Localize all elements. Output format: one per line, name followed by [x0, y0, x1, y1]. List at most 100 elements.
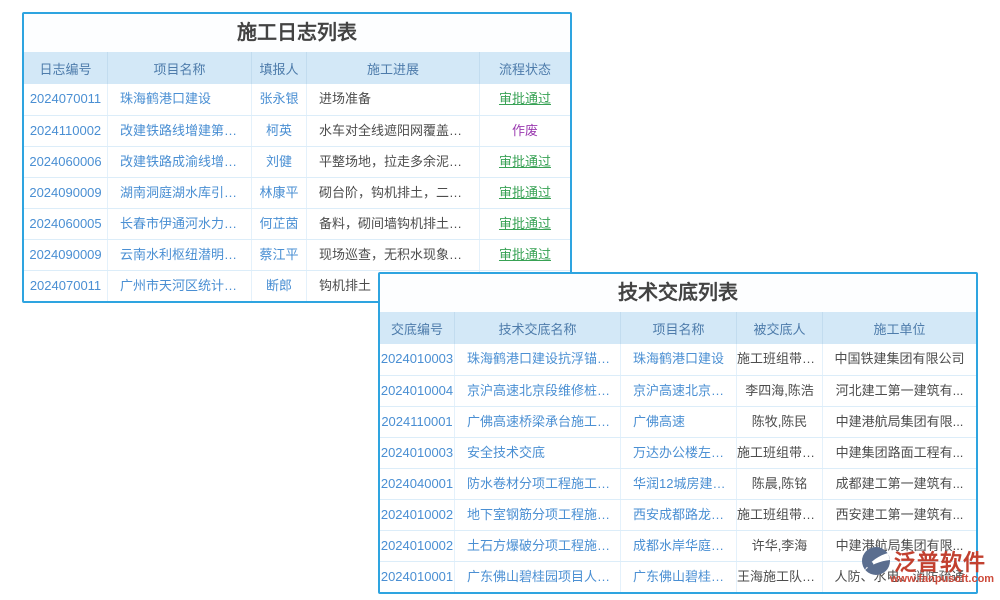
col-header-construction-unit: 施工单位 [823, 312, 976, 344]
log-id-link[interactable]: 2024070011 [24, 271, 108, 301]
receiver-text: 陈晨,陈铭 [737, 469, 823, 499]
disclosure-id-link[interactable]: 2024110001 [380, 407, 455, 437]
table-row: 2024010002地下室钢筋分项工程施工...西安成都路龙湖上...施工班组带… [380, 499, 976, 530]
table-row: 2024110001广佛高速桥梁承台施工技...广佛高速陈牧,陈民中建港航局集团… [380, 406, 976, 437]
receiver-text: 陈牧,陈民 [737, 407, 823, 437]
log-id-link[interactable]: 2024060005 [24, 209, 108, 239]
receiver-text: 许华,李海 [737, 531, 823, 561]
project-name-link[interactable]: 长春市伊通河水力发电厂... [108, 209, 252, 239]
project-name-link[interactable]: 广佛高速 [621, 407, 737, 437]
log-id-link[interactable]: 2024070011 [24, 84, 108, 115]
disclosure-name-link[interactable]: 广东佛山碧桂园项目人防... [455, 562, 621, 592]
tech-disclosure-body: 2024010003珠海鹤港口建设抗浮锚杆...珠海鹤港口建设施工班组带班...… [380, 344, 976, 592]
project-name-link[interactable]: 改建铁路成渝线增建第二... [108, 147, 252, 177]
disclosure-id-link[interactable]: 2024010002 [380, 500, 455, 530]
disclosure-name-link[interactable]: 珠海鹤港口建设抗浮锚杆... [455, 344, 621, 375]
project-name-link[interactable]: 云南水利枢纽潜明水库一... [108, 240, 252, 270]
disclosure-name-link[interactable]: 安全技术交底 [455, 438, 621, 468]
disclosure-name-link[interactable]: 广佛高速桥梁承台施工技... [455, 407, 621, 437]
flow-status-link[interactable]: 审批通过 [480, 178, 570, 208]
construction-unit-text: 中建港航局集团有限... [823, 531, 976, 561]
table-row: 2024090009云南水利枢纽潜明水库一...蔡江平现场巡查，无积水现象，水.… [24, 239, 570, 270]
flow-status-link[interactable]: 作废 [480, 116, 570, 146]
table-row: 2024010004京沪高速北京段维修桩帽...京沪高速北京段维修李四海,陈浩河… [380, 375, 976, 406]
construction-unit-text: 西安建工第一建筑有... [823, 500, 976, 530]
col-header-disclosure-name: 技术交底名称 [455, 312, 621, 344]
progress-text: 水车对全线遮阳网覆盖点进... [307, 116, 480, 146]
progress-text: 备料，砌间墙钩机排土，瓦... [307, 209, 480, 239]
progress-text: 平整场地，拉走多余泥土15... [307, 147, 480, 177]
flow-status-link[interactable]: 审批通过 [480, 209, 570, 239]
project-name-link[interactable]: 湖南洞庭湖水库引水工程... [108, 178, 252, 208]
tech-disclosure-header-row: 交底编号 技术交底名称 项目名称 被交底人 施工单位 [380, 312, 976, 344]
table-row: 2024010003安全技术交底万达办公楼左侧A...施工班组带班...中建集团… [380, 437, 976, 468]
receiver-text: 李四海,陈浩 [737, 376, 823, 406]
receiver-text: 施工班组带班... [737, 500, 823, 530]
receiver-text: 施工班组带班... [737, 438, 823, 468]
reporter-link[interactable]: 张永银 [252, 84, 307, 115]
reporter-link[interactable]: 林康平 [252, 178, 307, 208]
construction-log-header-row: 日志编号 项目名称 填报人 施工进展 流程状态 [24, 52, 570, 84]
log-id-link[interactable]: 2024090009 [24, 178, 108, 208]
table-row: 2024010003珠海鹤港口建设抗浮锚杆...珠海鹤港口建设施工班组带班...… [380, 344, 976, 375]
construction-log-table: 施工日志列表 日志编号 项目名称 填报人 施工进展 流程状态 202407001… [22, 12, 572, 303]
flow-status-link[interactable]: 审批通过 [480, 84, 570, 115]
log-id-link[interactable]: 2024110002 [24, 116, 108, 146]
log-id-link[interactable]: 2024060006 [24, 147, 108, 177]
table-row: 2024060006改建铁路成渝线增建第二...刘健平整场地，拉走多余泥土15.… [24, 146, 570, 177]
project-name-link[interactable]: 西安成都路龙湖上... [621, 500, 737, 530]
receiver-text: 施工班组带班... [737, 344, 823, 375]
table-row: 2024090009湖南洞庭湖水库引水工程...林康平砌台阶，钩机排土，二包砌.… [24, 177, 570, 208]
col-header-reporter: 填报人 [252, 52, 307, 84]
project-name-link[interactable]: 成都水岸华庭名苑... [621, 531, 737, 561]
col-header-log-id: 日志编号 [24, 52, 108, 84]
disclosure-id-link[interactable]: 2024010003 [380, 344, 455, 375]
disclosure-id-link[interactable]: 2024010004 [380, 376, 455, 406]
disclosure-name-link[interactable]: 京沪高速北京段维修桩帽... [455, 376, 621, 406]
reporter-link[interactable]: 断郎 [252, 271, 307, 301]
project-name-link[interactable]: 华润12城房建工程... [621, 469, 737, 499]
flow-status-link[interactable]: 审批通过 [480, 240, 570, 270]
project-name-link[interactable]: 珠海鹤港口建设 [621, 344, 737, 375]
construction-unit-text: 人防、水电、消防疏通 [823, 562, 976, 592]
progress-text: 进场准备 [307, 84, 480, 115]
disclosure-id-link[interactable]: 2024010002 [380, 531, 455, 561]
table-row: 2024010001广东佛山碧桂园项目人防...广东佛山碧桂园项目王海施工队全队… [380, 561, 976, 592]
reporter-link[interactable]: 何芷茵 [252, 209, 307, 239]
disclosure-id-link[interactable]: 2024040001 [380, 469, 455, 499]
col-header-disclosure-id: 交底编号 [380, 312, 455, 344]
col-header-progress: 施工进展 [307, 52, 480, 84]
disclosure-name-link[interactable]: 土石方爆破分项工程施工... [455, 531, 621, 561]
project-name-link[interactable]: 广东佛山碧桂园项目 [621, 562, 737, 592]
project-name-link[interactable]: 万达办公楼左侧A... [621, 438, 737, 468]
construction-log-body: 2024070011珠海鹤港口建设张永银进场准备审批通过2024110002改建… [24, 84, 570, 301]
progress-text: 砌台阶，钩机排土，二包砌... [307, 178, 480, 208]
disclosure-id-link[interactable]: 2024010003 [380, 438, 455, 468]
tech-disclosure-title: 技术交底列表 [380, 274, 976, 312]
construction-log-title: 施工日志列表 [24, 14, 570, 52]
disclosure-name-link[interactable]: 地下室钢筋分项工程施工... [455, 500, 621, 530]
col-header-project-name: 项目名称 [108, 52, 252, 84]
reporter-link[interactable]: 柯英 [252, 116, 307, 146]
construction-unit-text: 中建集团路面工程有... [823, 438, 976, 468]
progress-text: 现场巡查，无积水现象，水... [307, 240, 480, 270]
table-row: 2024070011珠海鹤港口建设张永银进场准备审批通过 [24, 84, 570, 115]
reporter-link[interactable]: 刘健 [252, 147, 307, 177]
project-name-link[interactable]: 改建铁路线增建第二线直... [108, 116, 252, 146]
project-name-link[interactable]: 广州市天河区统计局机房... [108, 271, 252, 301]
col-header-receiver: 被交底人 [737, 312, 823, 344]
project-name-link[interactable]: 京沪高速北京段维修 [621, 376, 737, 406]
project-name-link[interactable]: 珠海鹤港口建设 [108, 84, 252, 115]
col-header-disclosure-project: 项目名称 [621, 312, 737, 344]
flow-status-link[interactable]: 审批通过 [480, 147, 570, 177]
disclosure-id-link[interactable]: 2024010001 [380, 562, 455, 592]
disclosure-name-link[interactable]: 防水卷材分项工程施工技... [455, 469, 621, 499]
table-row: 2024060005长春市伊通河水力发电厂...何芷茵备料，砌间墙钩机排土，瓦.… [24, 208, 570, 239]
table-row: 2024010002土石方爆破分项工程施工...成都水岸华庭名苑...许华,李海… [380, 530, 976, 561]
table-row: 2024110002改建铁路线增建第二线直...柯英水车对全线遮阳网覆盖点进..… [24, 115, 570, 146]
tech-disclosure-table: 技术交底列表 交底编号 技术交底名称 项目名称 被交底人 施工单位 202401… [378, 272, 978, 594]
construction-unit-text: 中国铁建集团有限公司 [823, 344, 976, 375]
table-row: 2024040001防水卷材分项工程施工技...华润12城房建工程...陈晨,陈… [380, 468, 976, 499]
log-id-link[interactable]: 2024090009 [24, 240, 108, 270]
reporter-link[interactable]: 蔡江平 [252, 240, 307, 270]
